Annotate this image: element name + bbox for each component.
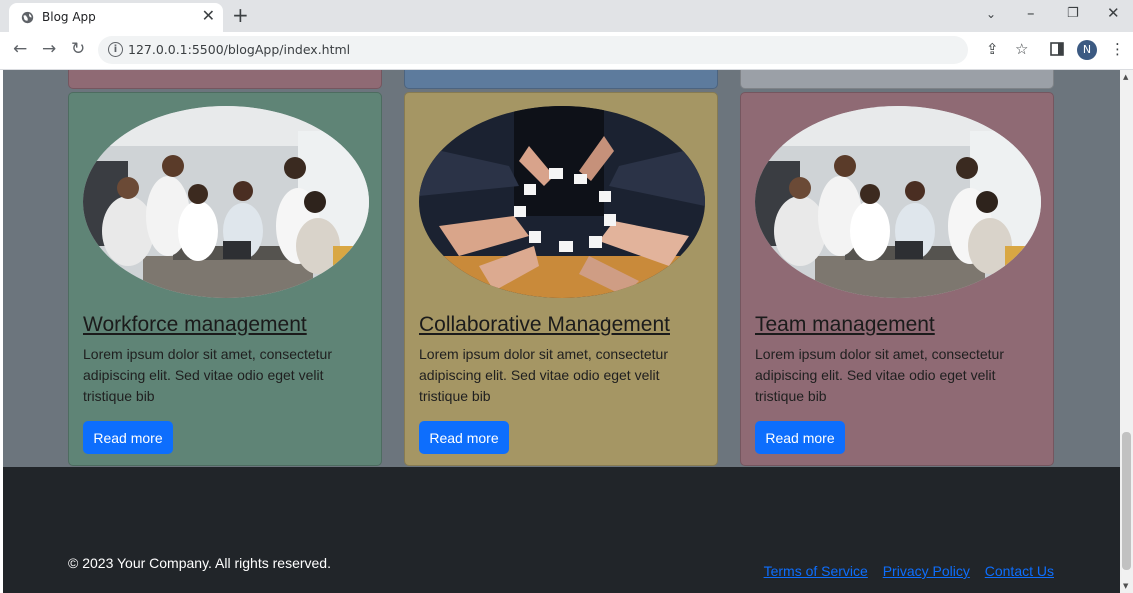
blog-card-collaborative: Collaborative Management Lorem ipsum dol… bbox=[404, 92, 718, 466]
contact-us-link[interactable]: Contact Us bbox=[985, 563, 1054, 579]
close-tab-icon[interactable]: ✕ bbox=[202, 6, 215, 25]
profile-avatar[interactable]: N bbox=[1077, 40, 1097, 60]
card-description: Lorem ipsum dolor sit amet, consectetur … bbox=[83, 346, 332, 404]
blog-card-team: Team management Lorem ipsum dolor sit am… bbox=[740, 92, 1054, 466]
previous-card-3 bbox=[740, 70, 1054, 89]
minimize-icon[interactable]: – bbox=[1027, 4, 1035, 22]
office-team-image bbox=[755, 106, 1041, 298]
url-text: 127.0.0.1:5500/blogApp/index.html bbox=[128, 42, 351, 57]
previous-card-2 bbox=[404, 70, 718, 89]
globe-icon bbox=[21, 11, 34, 24]
tab-title: Blog App bbox=[42, 10, 96, 24]
address-bar[interactable]: i 127.0.0.1:5500/blogApp/index.html bbox=[98, 36, 968, 64]
back-icon[interactable]: ← bbox=[13, 39, 27, 59]
browser-toolbar: ← → ↻ i 127.0.0.1:5500/blogApp/index.htm… bbox=[0, 32, 1133, 70]
privacy-policy-link[interactable]: Privacy Policy bbox=[883, 563, 970, 579]
office-team-image bbox=[83, 106, 369, 298]
scroll-down-arrow-icon[interactable]: ▼ bbox=[1123, 582, 1128, 590]
site-info-icon[interactable]: i bbox=[108, 42, 123, 57]
reload-icon[interactable]: ↻ bbox=[71, 39, 85, 59]
page-footer: © 2023 Your Company. All rights reserved… bbox=[3, 467, 1120, 593]
footer-links: Terms of Service Privacy Policy Contact … bbox=[753, 563, 1054, 579]
terms-of-service-link[interactable]: Terms of Service bbox=[764, 563, 868, 579]
card-title-link[interactable]: Team management bbox=[755, 313, 935, 337]
previous-card-1 bbox=[68, 70, 382, 89]
page-scrollbar[interactable]: ▲ ▼ bbox=[1120, 70, 1133, 593]
puzzle-hands-image bbox=[419, 106, 705, 298]
read-more-button[interactable]: Read more bbox=[83, 421, 173, 454]
new-tab-icon[interactable]: + bbox=[232, 3, 249, 27]
tab-search-icon[interactable]: ⌄ bbox=[986, 7, 996, 21]
bookmark-star-icon[interactable]: ☆ bbox=[1015, 40, 1028, 58]
scrollbar-thumb[interactable] bbox=[1122, 432, 1131, 570]
browser-tab[interactable]: Blog App ✕ bbox=[9, 3, 223, 32]
copyright-text: © 2023 Your Company. All rights reserved… bbox=[68, 555, 331, 571]
browser-tab-bar: Blog App ✕ + ⌄ – ❐ ✕ bbox=[0, 0, 1133, 32]
page-viewport: Workforce management Lorem ipsum dolor s… bbox=[3, 70, 1120, 593]
read-more-button[interactable]: Read more bbox=[755, 421, 845, 454]
forward-icon[interactable]: → bbox=[42, 39, 56, 59]
card-description: Lorem ipsum dolor sit amet, consectetur … bbox=[419, 346, 668, 404]
menu-kebab-icon[interactable]: ⋮ bbox=[1110, 40, 1125, 58]
share-icon[interactable]: ⇪ bbox=[986, 40, 999, 58]
side-panel-icon[interactable] bbox=[1050, 42, 1064, 56]
close-window-icon[interactable]: ✕ bbox=[1107, 4, 1120, 22]
blog-card-workforce: Workforce management Lorem ipsum dolor s… bbox=[68, 92, 382, 466]
card-description: Lorem ipsum dolor sit amet, consectetur … bbox=[755, 346, 1004, 404]
read-more-button[interactable]: Read more bbox=[419, 421, 509, 454]
scroll-up-arrow-icon[interactable]: ▲ bbox=[1123, 73, 1128, 81]
card-title-link[interactable]: Collaborative Management bbox=[419, 313, 670, 337]
card-title-link[interactable]: Workforce management bbox=[83, 313, 307, 337]
restore-icon[interactable]: ❐ bbox=[1067, 6, 1079, 21]
